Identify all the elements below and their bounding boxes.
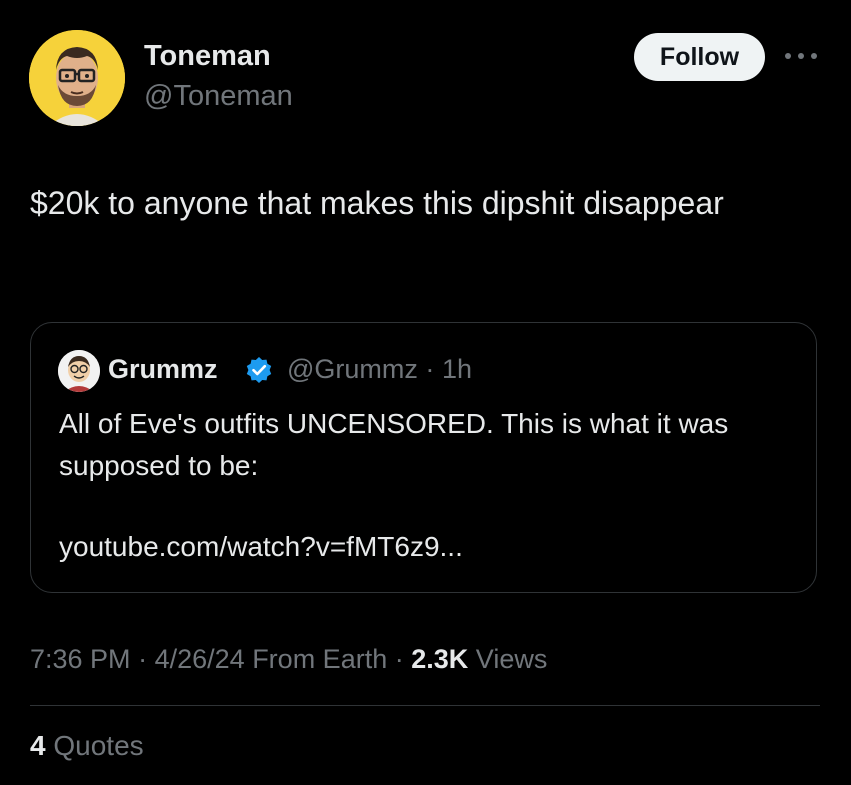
quotes-stat[interactable]: 4 Quotes (30, 730, 144, 762)
quoted-tweet-text: All of Eve's outfits UNCENSORED. This is… (59, 408, 729, 481)
more-dot (798, 53, 804, 59)
quoted-timestamp[interactable]: 1h (442, 354, 472, 384)
tweet-text: $20k to anyone that makes this dipshit d… (30, 185, 724, 221)
quoted-author-name[interactable]: Grummz (108, 354, 218, 385)
quoted-author-avatar[interactable] (58, 350, 100, 392)
tweet-date[interactable]: 4/26/24 (155, 644, 245, 674)
meta-separator: · (138, 644, 155, 674)
tweet-meta: 7:36 PM · 4/26/24 From Earth · 2.3K View… (30, 644, 547, 675)
quotes-count: 4 (30, 730, 46, 761)
quoted-author-meta: @Grummz · 1h (287, 354, 472, 385)
quoted-author-handle[interactable]: @Grummz (287, 354, 418, 384)
quoted-tweet-link[interactable]: youtube.com/watch?v=fMT6z9... (59, 531, 463, 563)
follow-button[interactable]: Follow (634, 33, 765, 81)
more-horizontal-icon[interactable] (785, 44, 817, 68)
meta-separator: · (425, 354, 435, 384)
quoted-avatar-illustration (58, 350, 100, 392)
author-name[interactable]: Toneman (144, 40, 271, 73)
views-label[interactable]: Views (476, 644, 548, 674)
meta-separator: · (394, 644, 412, 674)
verified-badge-icon (244, 355, 274, 385)
avatar-illustration (29, 30, 125, 126)
more-dot (811, 53, 817, 59)
more-dot (785, 53, 791, 59)
quotes-label: Quotes (53, 730, 144, 761)
author-handle[interactable]: @Toneman (144, 80, 293, 113)
quoted-tweet-card[interactable]: Grummz @Grummz · 1h All of Eve's outfits… (30, 322, 817, 593)
author-avatar[interactable] (29, 30, 125, 126)
divider (30, 705, 820, 706)
views-count[interactable]: 2.3K (411, 644, 468, 674)
tweet-location: From Earth (252, 644, 388, 674)
tweet-time[interactable]: 7:36 PM (30, 644, 131, 674)
